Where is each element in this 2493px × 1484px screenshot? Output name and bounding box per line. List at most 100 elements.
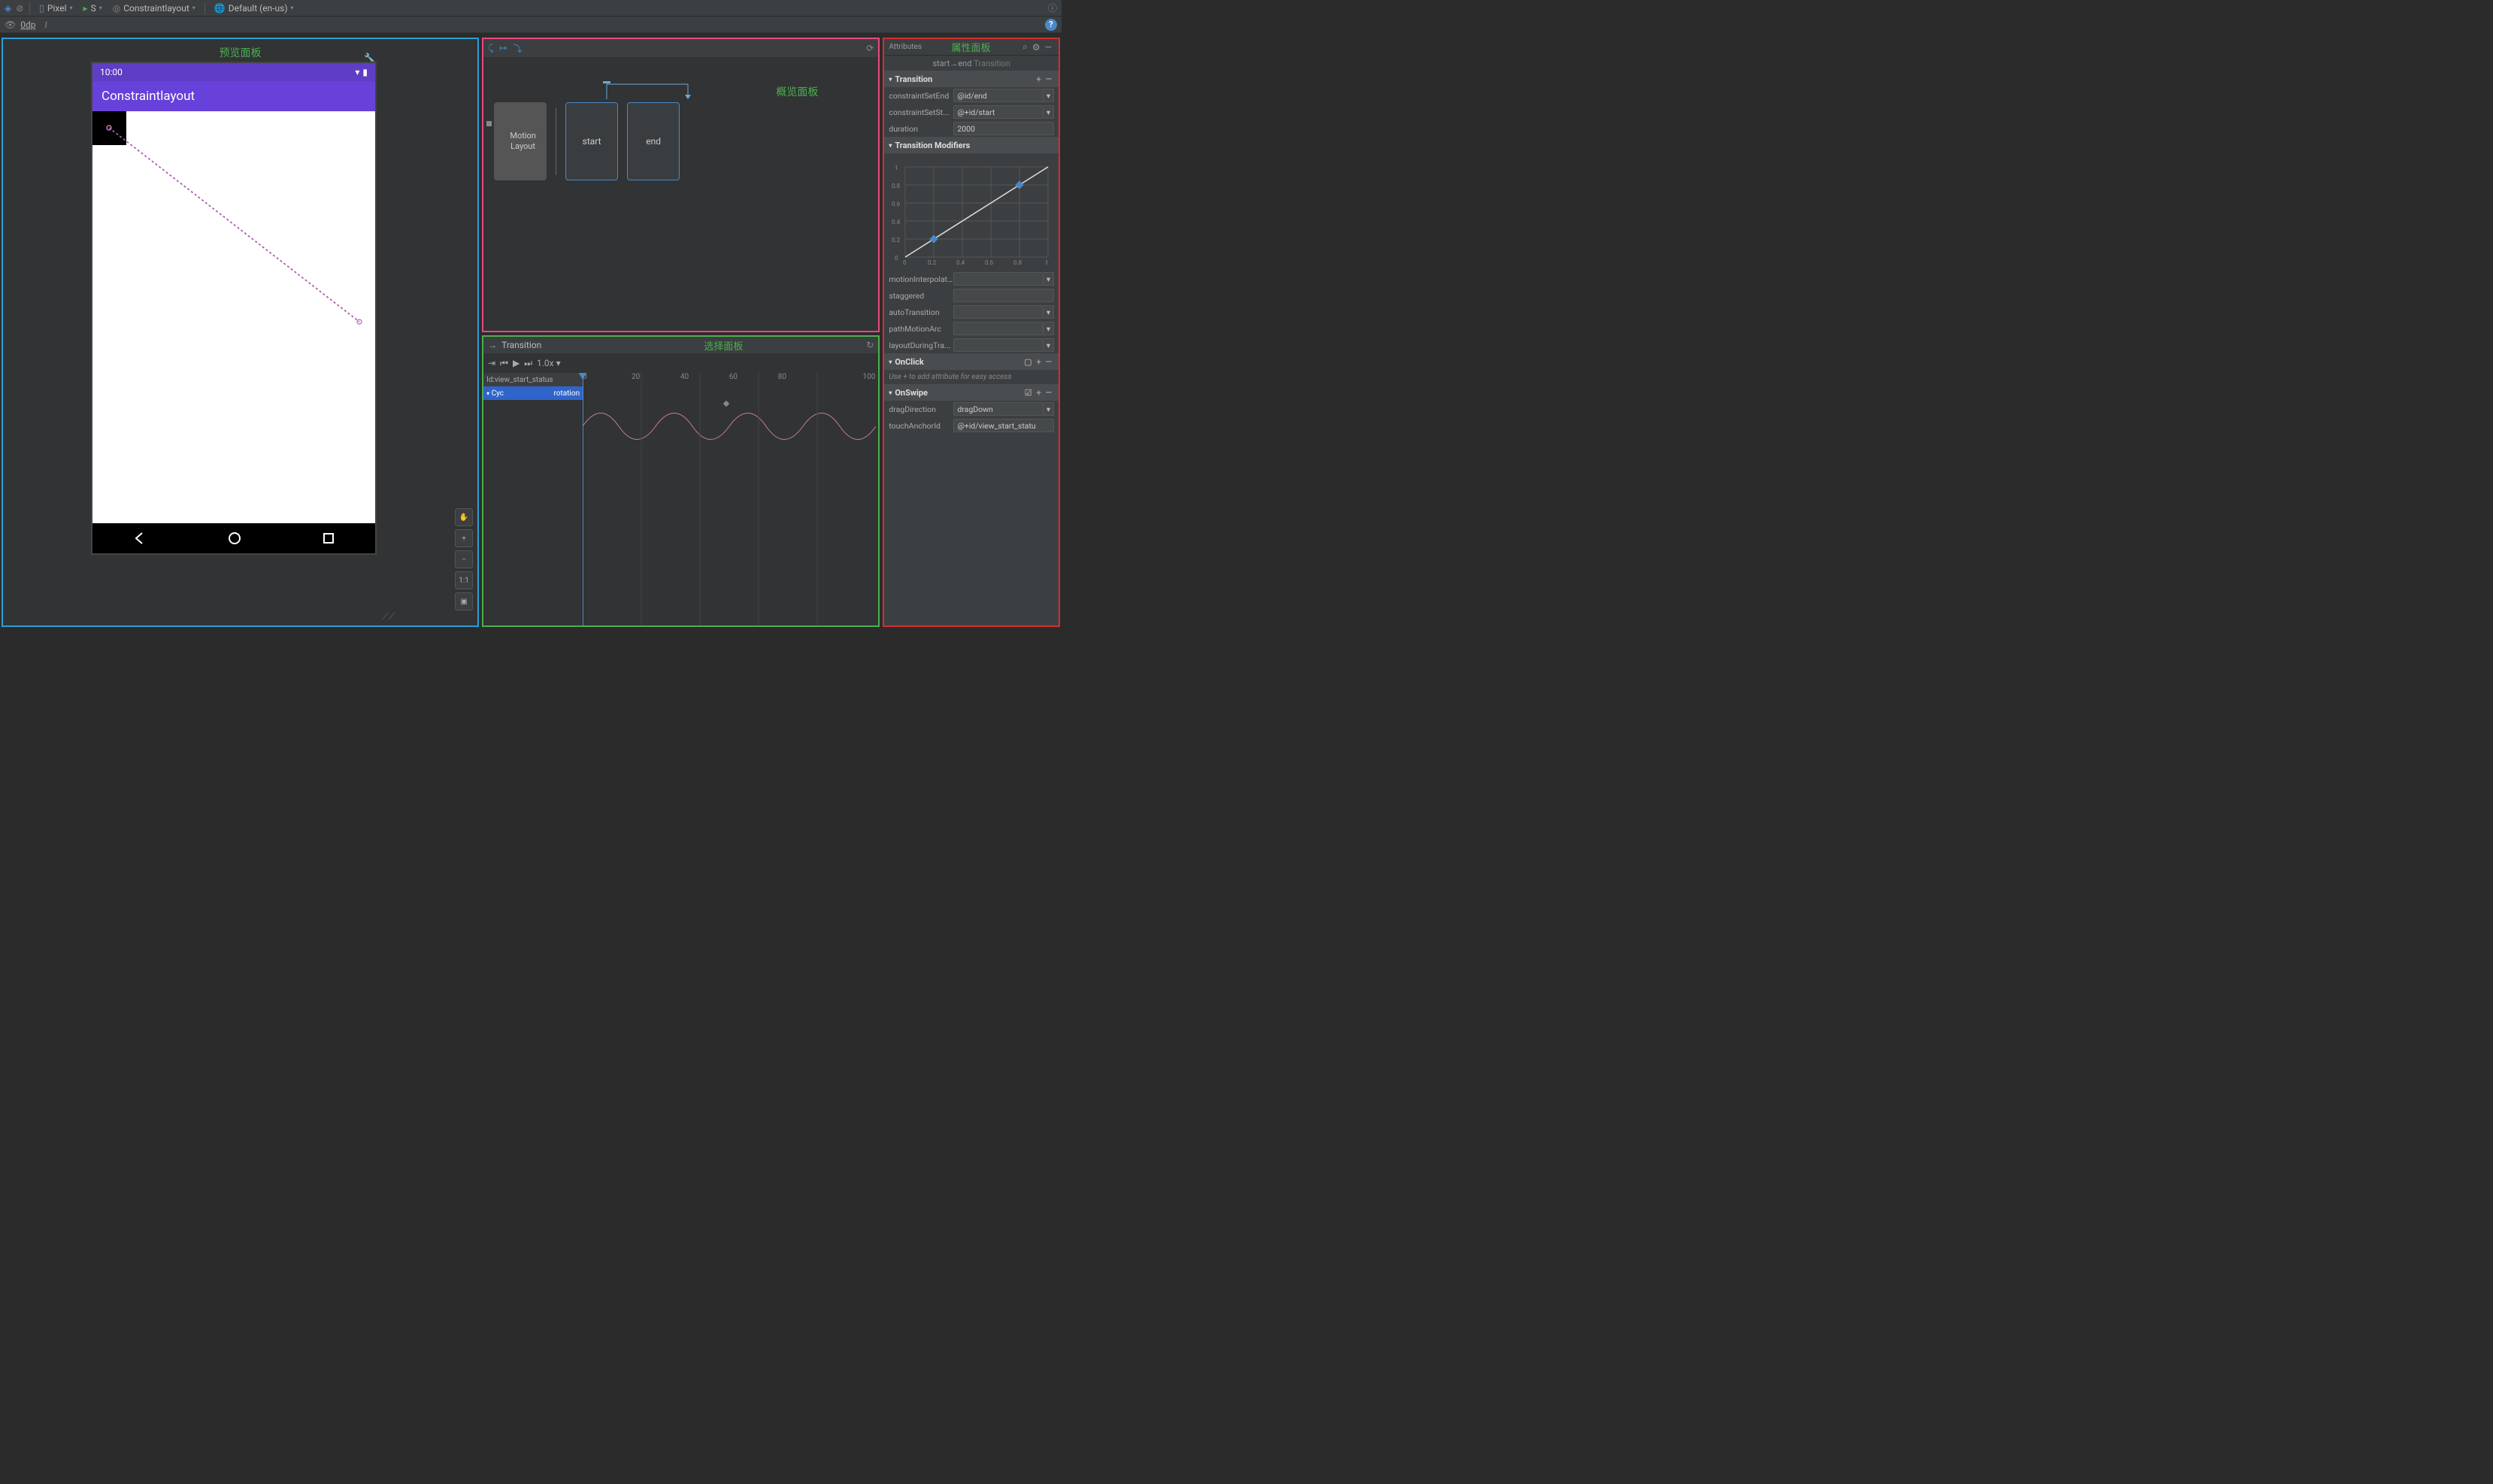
timeline[interactable]: Id:view_start_status ▾ Cyc rotation 0 20… <box>483 373 878 625</box>
speed-selector[interactable]: 1.0x ▾ <box>537 358 561 368</box>
zoom-in[interactable]: + <box>455 529 473 547</box>
track-list: Id:view_start_status ▾ Cyc rotation <box>483 373 583 400</box>
zoom-fit[interactable]: ▣ <box>455 592 473 610</box>
svg-text:0: 0 <box>903 259 907 265</box>
svg-text:1: 1 <box>895 165 898 171</box>
motion-path <box>92 111 378 397</box>
resize-handle[interactable]: ⟋⟋ <box>382 611 395 622</box>
svg-text:0.4: 0.4 <box>956 259 965 265</box>
top-toolbar: ◈ ⊘ ▯ Pixel ▾ ▸ S ▾ ◎ Constraintlayout ▾… <box>0 0 1062 17</box>
dropdown-icon[interactable]: ▾ <box>1044 338 1054 352</box>
goto-end-icon[interactable]: ⇥ <box>488 358 495 368</box>
interpolation-chart[interactable]: 1 0.8 0.6 0.4 0.2 0 0 0.2 0.4 0.6 0.8 1 <box>884 153 1059 271</box>
state-end[interactable]: end <box>627 102 680 180</box>
dropdown-icon[interactable]: ▾ <box>1044 105 1054 119</box>
next-frame-icon[interactable]: ⏭ <box>524 358 532 369</box>
dropdown-icon[interactable]: ▾ <box>1044 272 1054 286</box>
api-label: S <box>91 3 96 14</box>
remove-icon[interactable]: — <box>1044 357 1054 367</box>
attr-constraintSetStart: constraintSetSt... @+id/start ▾ <box>884 104 1059 120</box>
attr-touchAnchorId: touchAnchorId @+id/view_start_statu <box>884 417 1059 434</box>
dropdown-icon[interactable]: ▾ <box>1044 322 1054 335</box>
eye-icon[interactable]: 👁 <box>5 20 16 30</box>
device-frame: 10:00 ▾ ▮ Constraintlayout <box>91 62 377 555</box>
prev-frame-icon[interactable]: ⏮ <box>500 358 508 369</box>
checkbox-icon[interactable]: ▢ <box>1022 357 1034 367</box>
transition-arrow[interactable] <box>599 78 697 105</box>
attr-motionInterpolator: motionInterpolator ▾ <box>884 271 1059 287</box>
svg-text:0.2: 0.2 <box>892 237 901 244</box>
locale-selector[interactable]: 🌐 Default (en-us) ▾ <box>211 3 297 14</box>
svg-text:1: 1 <box>1045 259 1049 265</box>
minimize-icon[interactable]: — <box>1043 42 1054 53</box>
attr-pathMotionArc: pathMotionArc ▾ <box>884 320 1059 337</box>
svg-text:0: 0 <box>895 255 898 262</box>
no-icon[interactable]: ⊘ <box>16 3 23 14</box>
motion-layout-box[interactable]: Motion Layout <box>494 102 547 180</box>
sub-toolbar: 👁 0dp I ? <box>0 17 1062 33</box>
nav-home-icon[interactable] <box>228 532 241 545</box>
dropdown-icon[interactable]: ▾ <box>1044 402 1054 416</box>
pan-tool[interactable]: ✋ <box>455 508 473 526</box>
svg-text:0.4: 0.4 <box>892 219 901 226</box>
preview-panel-label: 预览面板 <box>3 45 477 60</box>
battery-icon: ▮ <box>362 67 368 77</box>
play-icon[interactable]: ▶ <box>513 358 520 368</box>
remove-icon[interactable]: — <box>1044 74 1054 84</box>
device-label: Pixel <box>47 3 67 14</box>
attr-staggered: staggered <box>884 287 1059 304</box>
track-attr-row[interactable]: ▾ Cyc rotation <box>483 386 583 400</box>
app-content <box>92 111 375 523</box>
add-icon[interactable]: + <box>1034 357 1044 367</box>
state-start[interactable]: start <box>565 102 618 180</box>
api-selector[interactable]: ▸ S ▾ <box>80 3 105 14</box>
cycle-icon[interactable]: ⟳ <box>866 43 874 53</box>
add-icon[interactable]: + <box>1034 388 1044 398</box>
overview-panel: ⤹ ↦ ⤵ ⟳ 概览面板 Motion Layout start <box>482 38 880 332</box>
track-id-row[interactable]: Id:view_start_status <box>483 373 583 386</box>
overview-panel-label: 概览面板 <box>776 84 818 99</box>
help-icon[interactable]: ? <box>1045 19 1057 31</box>
refresh-icon[interactable]: ↻ <box>866 340 874 350</box>
attributes-title: Attributes <box>889 43 922 51</box>
onclick-hint: Use + to add attribute for easy access <box>884 370 1059 384</box>
add-icon[interactable]: + <box>1034 74 1044 84</box>
selection-panel-label: 选择面板 <box>704 338 743 353</box>
attr-duration: duration 2000 <box>884 120 1059 137</box>
locale-label: Default (en-us) <box>229 3 288 14</box>
section-onswipe[interactable]: ▾ OnSwipe ☑ + — <box>884 384 1059 401</box>
attributes-subtitle: start→end Transition <box>884 56 1059 71</box>
appbar: Constraintlayout <box>92 81 375 111</box>
section-modifiers[interactable]: ▾ Transition Modifiers <box>884 137 1059 153</box>
remove-icon[interactable]: — <box>1044 388 1054 398</box>
zoom-label[interactable]: 0dp <box>20 20 35 30</box>
statusbar-time: 10:00 <box>100 67 123 77</box>
zoom-out[interactable]: − <box>455 550 473 568</box>
zoom-11[interactable]: 1:1 <box>455 571 473 589</box>
nav-back-icon[interactable] <box>133 532 147 545</box>
create-click-icon[interactable]: ⤵ <box>513 42 522 55</box>
svg-text:0.6: 0.6 <box>892 201 901 207</box>
svg-text:0.2: 0.2 <box>928 259 937 265</box>
selection-title: Transition <box>501 340 541 350</box>
section-onclick[interactable]: ▾ OnClick ▢ + — <box>884 353 1059 370</box>
nav-recent-icon[interactable] <box>323 532 335 544</box>
gear-icon[interactable]: ⚙ <box>1030 42 1043 53</box>
info-icon[interactable]: ⓘ <box>1048 2 1057 14</box>
dropdown-icon[interactable]: ▾ <box>1044 89 1054 102</box>
statusbar: 10:00 ▾ ▮ <box>92 63 375 81</box>
device-selector[interactable]: ▯ Pixel ▾ <box>36 3 75 14</box>
create-constraint-icon[interactable]: ⤹ <box>488 43 493 54</box>
section-transition[interactable]: ▾ Transition + — <box>884 71 1059 87</box>
dropdown-icon[interactable]: ▾ <box>1044 305 1054 319</box>
attributes-panel: Attributes 属性面板 ⌕ ⚙ — start→end Transiti… <box>883 38 1060 627</box>
layers-icon[interactable]: ◈ <box>5 3 11 14</box>
layout-selector[interactable]: ◎ Constraintlayout ▾ <box>110 3 198 14</box>
search-icon[interactable]: ⌕ <box>1020 41 1030 53</box>
svg-text:0.8: 0.8 <box>892 183 901 189</box>
checkbox-icon[interactable]: ☑ <box>1022 388 1034 398</box>
timeline-grid <box>583 373 876 625</box>
arrow-right-icon: → <box>488 340 497 350</box>
text-tool-icon[interactable]: I <box>44 20 47 30</box>
create-transition-icon[interactable]: ↦ <box>499 43 507 53</box>
